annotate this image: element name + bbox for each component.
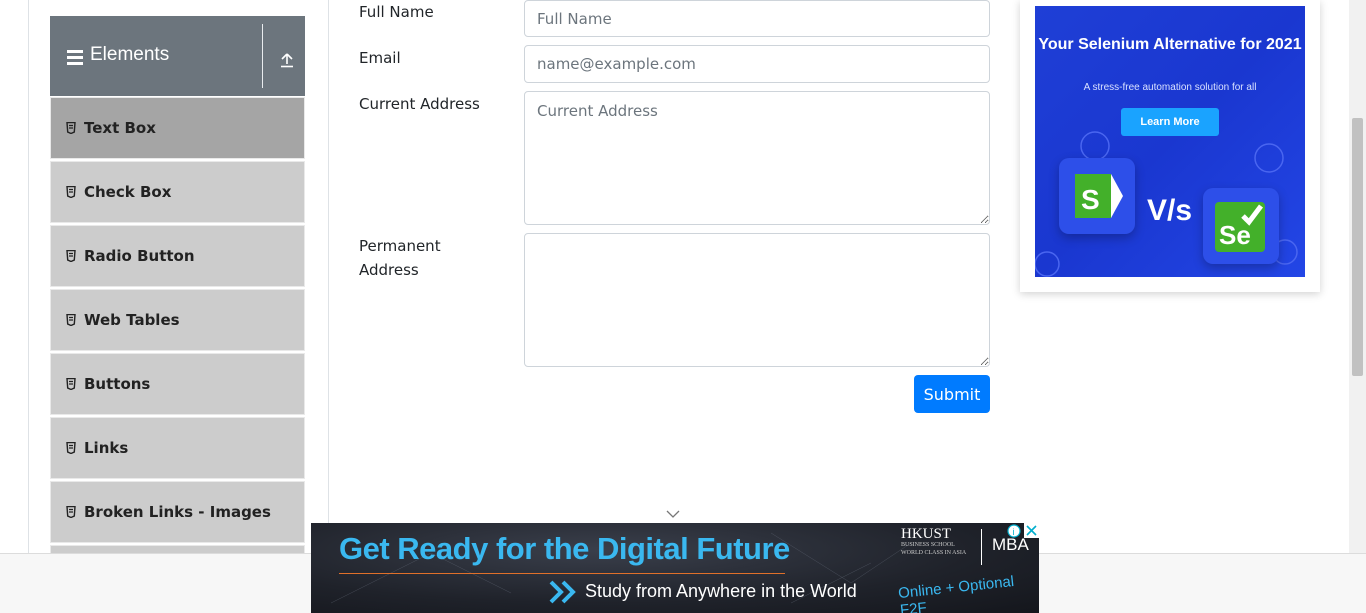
ad-vs-text: V/s	[1147, 194, 1193, 227]
email-label: Email	[359, 49, 401, 67]
bottom-ad-headline: Get Ready for the Digital Future	[339, 531, 790, 566]
current-address-label: Current Address	[359, 95, 480, 113]
elements-group-header[interactable]: Elements	[50, 16, 305, 96]
bottom-ad-subline: Study from Anywhere in the World	[585, 581, 857, 601]
close-ad-icon[interactable]	[1024, 523, 1039, 538]
full-name-label: Full Name	[359, 3, 434, 21]
html5-icon	[66, 378, 76, 390]
side-advertisement[interactable]: Your Selenium Alternative for 2021 A str…	[1020, 0, 1320, 292]
html5-icon	[66, 442, 76, 454]
ad-banner[interactable]: Your Selenium Alternative for 2021 A str…	[1035, 6, 1305, 277]
sidebar-right-border	[328, 0, 329, 553]
permanent-address-label: Permanent Address	[359, 237, 441, 279]
school-tag: WORLD CLASS IN ASIA	[901, 550, 967, 556]
svg-text:S: S	[1081, 184, 1100, 215]
bottom-advertisement[interactable]: Get Ready for the Digital Future Study f…	[311, 523, 1039, 613]
ad-learn-more-button[interactable]: Learn More	[1121, 108, 1219, 136]
sidebar-item-radio-button[interactable]: Radio Button	[50, 225, 305, 287]
svg-text:Se: Se	[1219, 220, 1251, 250]
full-name-input[interactable]	[524, 0, 990, 37]
sidebar-item-label: Links	[84, 439, 129, 457]
sidebar-item-label: Text Box	[84, 119, 156, 137]
scrollbar-thumb[interactable]	[1352, 118, 1363, 376]
sidebar-item-buttons[interactable]: Buttons	[50, 353, 305, 415]
html5-icon	[66, 186, 76, 198]
sidebar-item-label: Check Box	[84, 183, 172, 201]
collapse-up-icon[interactable]	[279, 52, 295, 68]
school-sub: BUSINESS SCHOOL	[901, 542, 955, 548]
hamburger-icon	[67, 50, 83, 65]
submit-button[interactable]: Submit	[914, 375, 990, 413]
sidebar-item-label: Broken Links - Images	[84, 503, 271, 521]
sidebar-item-web-tables[interactable]: Web Tables	[50, 289, 305, 351]
double-chevron-right-icon	[549, 580, 576, 604]
selenium-logo-icon: Se	[1203, 188, 1279, 264]
sidebar-item-check-box[interactable]: Check Box	[50, 161, 305, 223]
school-logo: HKUST BUSINESS SCHOOL WORLD CLASS IN ASI…	[901, 527, 975, 567]
html5-icon	[66, 506, 76, 518]
adchoices-icon[interactable]: i	[1007, 524, 1021, 538]
header-divider	[262, 24, 263, 88]
mba-text: MBA	[992, 535, 1029, 554]
katalon-logo-icon: S	[1059, 158, 1135, 234]
sidebar-item-label: Radio Button	[84, 247, 195, 265]
chevron-down-icon[interactable]	[666, 508, 680, 520]
email-input[interactable]	[524, 45, 990, 83]
permanent-address-textarea[interactable]	[524, 233, 990, 367]
html5-icon	[66, 250, 76, 262]
html5-icon	[66, 314, 76, 326]
sidebar-item-text-box[interactable]: Text Box	[50, 97, 305, 159]
sidebar-item-links[interactable]: Links	[50, 417, 305, 479]
current-address-textarea[interactable]	[524, 91, 990, 225]
school-name: HKUST	[901, 526, 952, 542]
mba-divider	[981, 529, 982, 565]
group-title: Elements	[90, 44, 170, 65]
html5-icon	[66, 122, 76, 134]
bottom-ad-underline	[339, 573, 785, 574]
ad-subline: A stress-free automation solution for al…	[1083, 82, 1257, 93]
sidebar-item-label: Web Tables	[84, 311, 180, 329]
content-left-border	[28, 0, 29, 553]
ad-headline: Your Selenium Alternative for 2021	[1038, 36, 1302, 53]
svg-text:i: i	[1013, 527, 1015, 537]
sidebar-item-label: Buttons	[84, 375, 151, 393]
sidebar-item-broken-links[interactable]: Broken Links - Images	[50, 481, 305, 543]
page: Elements Text Box Check Box Radio Button	[0, 0, 1366, 613]
